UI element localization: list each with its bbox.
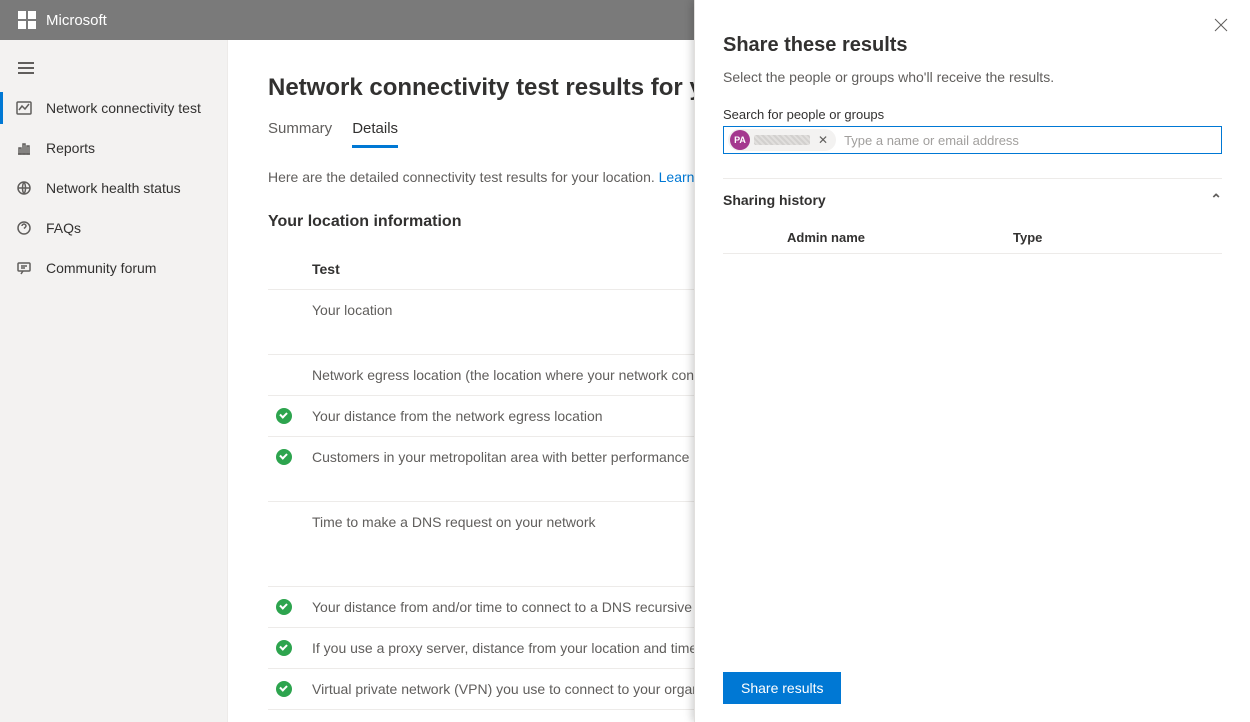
sidebar-item-label: Network health status <box>46 180 181 196</box>
sidebar-item-reports[interactable]: Reports <box>0 128 227 168</box>
check-circle-icon <box>276 681 292 697</box>
sharing-history-label: Sharing history <box>723 192 826 208</box>
person-chip: PA ✕ <box>728 129 836 151</box>
nav-toggle-button[interactable] <box>0 48 227 88</box>
chevron-up-icon: ⌃ <box>1210 191 1222 208</box>
status-none-icon <box>276 514 292 530</box>
people-picker[interactable]: PA ✕ <box>723 126 1222 154</box>
column-admin-name: Admin name <box>723 230 1003 245</box>
row-label: Your distance from the network egress lo… <box>312 408 603 424</box>
check-circle-icon <box>276 408 292 424</box>
row-label: Your distance from and/or time to connec… <box>312 599 746 615</box>
row-label: Time to make a DNS request on your netwo… <box>312 514 596 530</box>
tab-summary[interactable]: Summary <box>268 120 332 148</box>
column-type: Type <box>1003 230 1222 245</box>
chat-icon <box>16 260 32 276</box>
close-button[interactable] <box>1214 18 1228 37</box>
share-results-button[interactable]: Share results <box>723 672 841 704</box>
share-results-panel: Share these results Select the people or… <box>694 0 1250 722</box>
check-circle-icon <box>276 599 292 615</box>
remove-chip-button[interactable]: ✕ <box>814 133 832 147</box>
panel-title: Share these results <box>723 34 1222 57</box>
status-none-icon <box>276 302 292 318</box>
sidebar-item-network-health-status[interactable]: Network health status <box>0 168 227 208</box>
divider <box>723 178 1222 179</box>
check-circle-icon <box>276 640 292 656</box>
sidebar-item-faqs[interactable]: FAQs <box>0 208 227 248</box>
sharing-history-toggle[interactable]: Sharing history ⌃ <box>723 191 1222 208</box>
row-label: Virtual private network (VPN) you use to… <box>312 681 741 697</box>
search-field-label: Search for people or groups <box>723 107 1222 122</box>
microsoft-logo-icon <box>18 11 36 29</box>
column-test: Test <box>312 261 340 277</box>
panel-subtitle: Select the people or groups who'll recei… <box>723 69 1222 85</box>
row-label: Customers in your metropolitan area with… <box>312 449 689 465</box>
panel-footer: Share results <box>723 656 1222 704</box>
brand-label: Microsoft <box>46 12 107 29</box>
globe-icon <box>16 180 32 196</box>
sidebar-item-label: Reports <box>46 140 95 156</box>
row-label: Your location <box>312 302 392 318</box>
image-icon <box>16 100 32 116</box>
sidebar-item-community-forum[interactable]: Community forum <box>0 248 227 288</box>
close-icon <box>1214 18 1228 32</box>
person-chip-name-redacted <box>754 135 810 145</box>
tab-details[interactable]: Details <box>352 120 398 148</box>
sidebar-item-network-connectivity-test[interactable]: Network connectivity test <box>0 88 227 128</box>
history-columns: Admin name Type <box>723 222 1222 254</box>
help-icon <box>16 220 32 236</box>
sidebar: Network connectivity test Reports Networ… <box>0 40 228 722</box>
hamburger-icon <box>18 62 34 74</box>
avatar: PA <box>730 130 750 150</box>
sidebar-item-label: FAQs <box>46 220 81 236</box>
status-none-icon <box>276 367 292 383</box>
sidebar-item-label: Community forum <box>46 260 156 276</box>
people-search-input[interactable] <box>840 133 1217 148</box>
bar-chart-icon <box>16 140 32 156</box>
sidebar-item-label: Network connectivity test <box>46 100 201 116</box>
check-circle-icon <box>276 449 292 465</box>
